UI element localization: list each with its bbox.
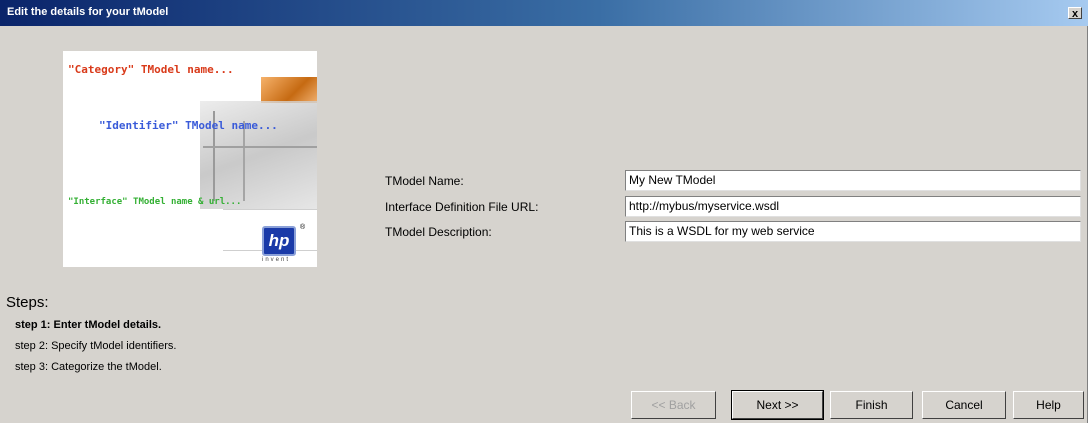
steps-heading: Steps: (6, 294, 49, 311)
title-bar: Edit the details for your tModel x (0, 0, 1088, 26)
tmodel-description-input[interactable]: This is a WSDL for my web service (625, 221, 1081, 242)
wizard-window: Edit the details for your tModel x "Cate… (0, 0, 1088, 423)
hp-invent-text: invent (262, 257, 291, 263)
hp-logo-icon: hp (262, 226, 296, 256)
banner-beam (203, 146, 317, 148)
help-button[interactable]: Help (1013, 391, 1084, 419)
tmodel-name-label: TModel Name: (385, 174, 464, 188)
registered-mark: ® (300, 224, 306, 231)
banner-category-text: "Category" TModel name... (68, 63, 234, 76)
step-item-current: step 1: Enter tModel details. (15, 319, 162, 331)
close-icon[interactable]: x (1068, 7, 1082, 20)
banner-identifier-text: "Identifier" TModel name... (99, 119, 278, 132)
interface-url-label: Interface Definition File URL: (385, 200, 539, 214)
cancel-button[interactable]: Cancel (922, 391, 1006, 419)
next-button[interactable]: Next >> (731, 390, 824, 420)
window-title: Edit the details for your tModel (7, 6, 169, 18)
tmodel-description-label: TModel Description: (385, 225, 492, 239)
step-item: step 2: Specify tModel identifiers. (15, 340, 177, 352)
step-item: step 3: Categorize the tModel. (15, 361, 162, 373)
banner-beam (243, 121, 245, 201)
back-button[interactable]: << Back (631, 391, 716, 419)
tmodel-name-input[interactable]: My New TModel (625, 170, 1081, 191)
banner-interface-text: "Interface" TModel name & url... (68, 197, 242, 207)
finish-button[interactable]: Finish (830, 391, 913, 419)
tmodel-banner-image: "Category" TModel name... "Identifier" T… (63, 51, 317, 267)
interface-url-input[interactable]: http://mybus/myservice.wsdl (625, 196, 1081, 217)
banner-orange-graphic (261, 77, 317, 103)
banner-building-graphic (200, 101, 317, 209)
